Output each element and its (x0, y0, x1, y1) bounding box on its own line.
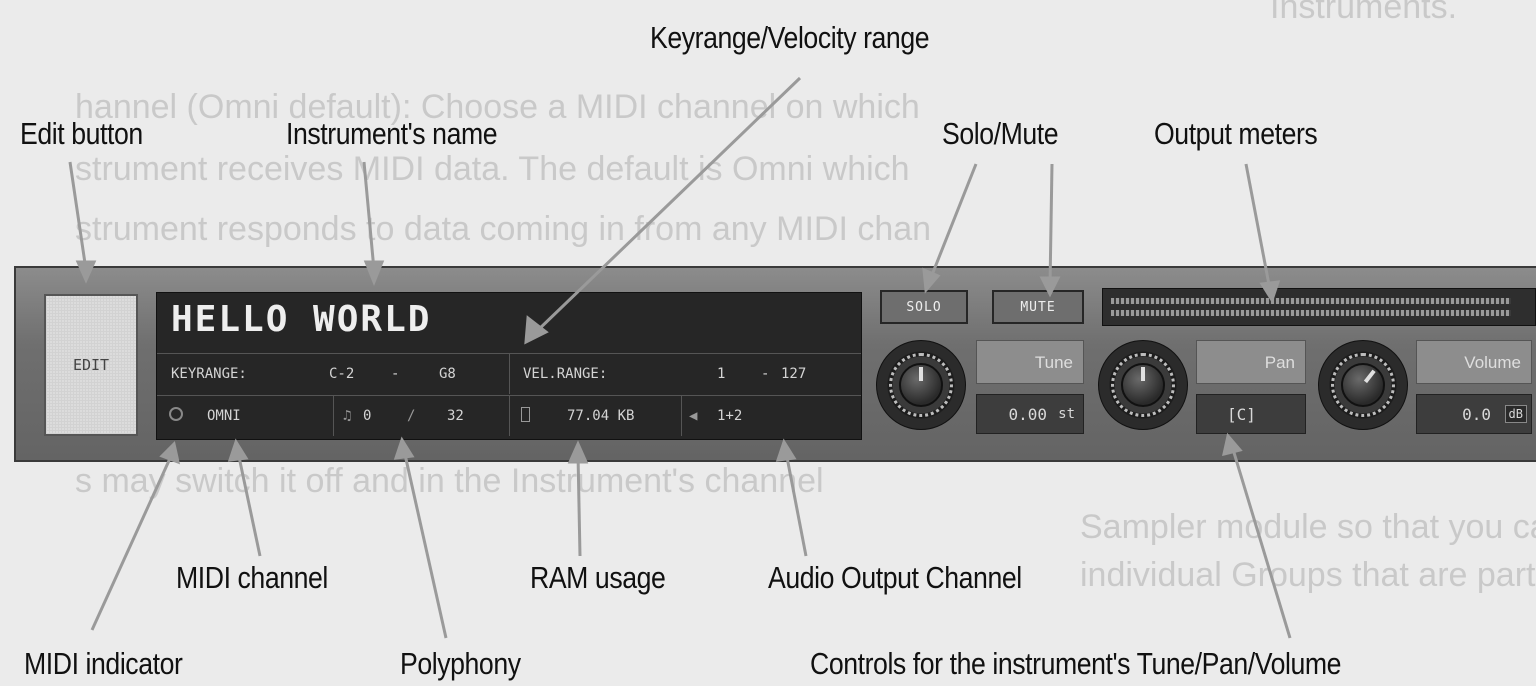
background-text-line: s may switch it off and in the Instrumen… (75, 462, 824, 500)
midi-indicator-icon (169, 407, 183, 421)
meter-left (1111, 298, 1511, 304)
polyphony-icon: ♫ (343, 408, 352, 424)
callout-polyphony: Polyphony (400, 646, 521, 681)
callout-keyrange-velocity: Keyrange/Velocity range (650, 20, 930, 55)
callout-audio-output: Audio Output Channel (768, 560, 1022, 595)
callout-edit-button: Edit button (20, 116, 143, 151)
ram-usage: 77.04 KB (567, 408, 635, 424)
callout-output-meters: Output meters (1154, 116, 1318, 151)
volume-unit: dB (1504, 405, 1527, 423)
callout-midi-indicator: MIDI indicator (24, 646, 183, 681)
polyphony-max[interactable]: 32 (447, 408, 464, 424)
volume-label: Volume (1416, 340, 1532, 384)
background-text-line: strument receives MIDI data. The default… (75, 150, 910, 188)
tune-label: Tune (976, 340, 1084, 384)
memory-icon (521, 407, 530, 422)
instrument-info-display: HELLO WORLD KEYRANGE: C-2 - G8 VEL.RANGE… (156, 292, 862, 440)
keyrange-low[interactable]: C-2 (329, 366, 354, 382)
callout-ram-usage: RAM usage (530, 560, 666, 595)
velrange-separator: - (761, 366, 770, 382)
edit-button[interactable]: EDIT (44, 294, 138, 436)
volume-knob[interactable] (1318, 340, 1408, 430)
keyrange-separator: - (391, 366, 400, 382)
midi-channel[interactable]: OMNI (207, 408, 241, 424)
solo-button[interactable]: SOLO (880, 290, 968, 324)
callout-midi-channel: MIDI channel (176, 560, 328, 595)
keyrange-label: KEYRANGE: (171, 366, 247, 382)
volume-value: 0.0 (1462, 405, 1491, 424)
meter-right (1111, 310, 1511, 316)
background-text-line: individual Groups that are part of the I… (1080, 556, 1536, 594)
range-row: KEYRANGE: C-2 - G8 VEL.RANGE: 1 - 127 (157, 353, 861, 394)
pan-label: Pan (1196, 340, 1306, 384)
tune-knob[interactable] (876, 340, 966, 430)
callout-instrument-name: Instrument's name (286, 116, 498, 151)
background-text-line: Sampler module so that you can choose a … (1080, 508, 1536, 546)
keyrange-high[interactable]: G8 (439, 366, 456, 382)
callout-solo-mute: Solo/Mute (942, 116, 1059, 151)
tune-unit: st (1058, 406, 1075, 422)
tune-value: 0.00 (1008, 405, 1047, 424)
mute-button[interactable]: MUTE (992, 290, 1084, 324)
velrange-label: VEL.RANGE: (523, 366, 608, 382)
speaker-icon: ◀ (689, 408, 698, 424)
callout-controls: Controls for the instrument's Tune/Pan/V… (810, 646, 1342, 681)
pan-knob[interactable] (1098, 340, 1188, 430)
instrument-header-panel: EDIT HELLO WORLD KEYRANGE: C-2 - G8 VEL.… (14, 266, 1536, 462)
instrument-name[interactable]: HELLO WORLD (171, 299, 431, 340)
polyphony-current: 0 (363, 408, 372, 424)
background-text-line: Instruments. (1270, 0, 1458, 26)
audio-output-channel[interactable]: 1+2 (717, 408, 742, 424)
velrange-high[interactable]: 127 (781, 366, 806, 382)
background-text-line: hannel (Omni default): Choose a MIDI cha… (75, 88, 920, 126)
velrange-low[interactable]: 1 (717, 366, 725, 382)
pan-value: [C] (1227, 405, 1256, 424)
volume-value-field[interactable]: 0.0 dB (1416, 394, 1532, 434)
pan-value-field[interactable]: [C] (1196, 394, 1306, 434)
output-meters (1102, 288, 1536, 326)
background-text-line: strument responds to data coming in from… (75, 210, 932, 248)
tune-value-field[interactable]: 0.00 st (976, 394, 1084, 434)
status-row: OMNI ♫ 0 / 32 77.04 KB ◀ 1+2 (157, 395, 861, 436)
polyphony-slash-icon: / (407, 408, 416, 424)
